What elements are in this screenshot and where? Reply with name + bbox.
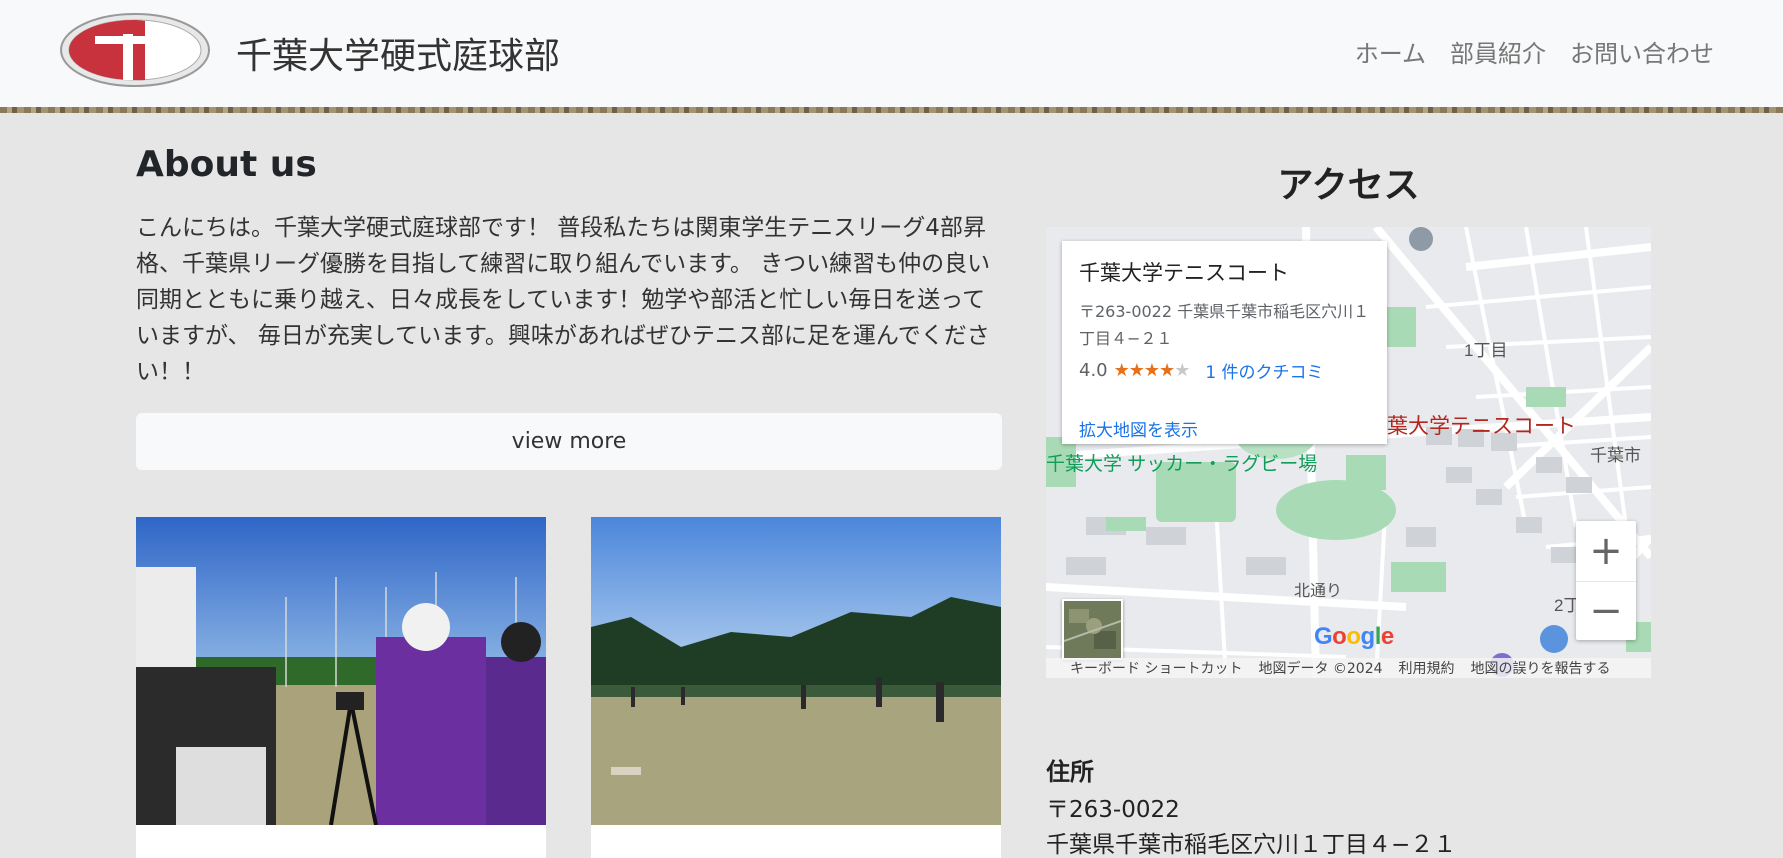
rating-value: 4.0: [1079, 360, 1108, 381]
rating-stars-icon: ★★★★★: [1113, 360, 1191, 381]
photo-tennis-players-pointing: [136, 517, 546, 825]
zoom-out-button[interactable]: −: [1576, 581, 1636, 640]
map-attribution: キーボード ショートカット 地図データ ©2024 利用規約 地図の誤りを報告す…: [1046, 658, 1651, 678]
report-error-link[interactable]: 地図の誤りを報告する: [1471, 658, 1611, 678]
nav-contact[interactable]: お問い合わせ: [1570, 34, 1714, 69]
embedded-map[interactable]: 千葉大学テニスコート 千葉大学 サッカー・ラグビー場 1丁目 2丁 北通り 千葉…: [1046, 227, 1651, 678]
photo-card-2[interactable]: [591, 517, 1001, 858]
photo-tennis-court-practice: [591, 517, 1001, 825]
place-name: 千葉大学テニスコート: [1079, 261, 1289, 285]
zoom-controls: + −: [1576, 521, 1636, 640]
about-title: About us: [136, 144, 317, 185]
map-label-chibashi: 千葉市: [1590, 446, 1641, 465]
larger-map-link[interactable]: 拡大地図を表示: [1079, 416, 1198, 441]
view-more-button[interactable]: view more: [136, 413, 1002, 470]
place-rating: 4.0 ★★★★★ 1 件のクチコミ: [1079, 358, 1324, 383]
nav-members[interactable]: 部員紹介: [1450, 34, 1546, 69]
address-label: 住所: [1046, 758, 1094, 786]
access-title: アクセス: [1277, 165, 1420, 206]
postal-code: 〒263-0022: [1046, 797, 1180, 823]
place-info-card: 千葉大学テニスコート 〒263-0022 千葉県千葉市稲毛区穴川１丁目４−２１ …: [1062, 241, 1387, 444]
zoom-in-button[interactable]: +: [1576, 521, 1636, 580]
map-label-marker: 千葉大学テニスコート: [1366, 415, 1576, 438]
terms-link[interactable]: 利用規約: [1399, 658, 1455, 678]
reviews-link[interactable]: 1 件のクチコミ: [1205, 358, 1323, 383]
map-data-credit: 地図データ ©2024: [1258, 661, 1383, 677]
map-label-chome1: 1丁目: [1464, 341, 1507, 360]
nav-home[interactable]: ホーム: [1355, 34, 1426, 69]
map-label-kitadori: 北通り: [1294, 582, 1342, 600]
map-label-soccer: 千葉大学 サッカー・ラグビー場: [1046, 453, 1317, 475]
brand-title[interactable]: 千葉大学硬式庭球部: [236, 27, 560, 79]
google-logo: Google: [1314, 623, 1394, 650]
satellite-thumbnail-icon: [1064, 601, 1121, 658]
keyboard-shortcuts-link[interactable]: キーボード ショートカット: [1070, 658, 1242, 678]
club-logo[interactable]: [59, 12, 212, 89]
photo-card-1[interactable]: [136, 517, 546, 858]
place-address: 〒263-0022 千葉県千葉市稲毛区穴川１丁目４−２１: [1079, 302, 1370, 348]
decorative-stripe: [0, 107, 1783, 113]
satellite-toggle[interactable]: [1062, 599, 1123, 660]
address-line: 千葉県千葉市稲毛区穴川１丁目４−２１: [1046, 832, 1457, 858]
main-nav: ホーム 部員紹介 お問い合わせ: [1355, 34, 1714, 69]
navbar: 千葉大学硬式庭球部 ホーム 部員紹介 お問い合わせ: [0, 0, 1783, 107]
about-text: こんにちは。千葉大学硬式庭球部です！ 普段私たちは関東学生テニスリーグ4部昇格、…: [136, 215, 991, 385]
